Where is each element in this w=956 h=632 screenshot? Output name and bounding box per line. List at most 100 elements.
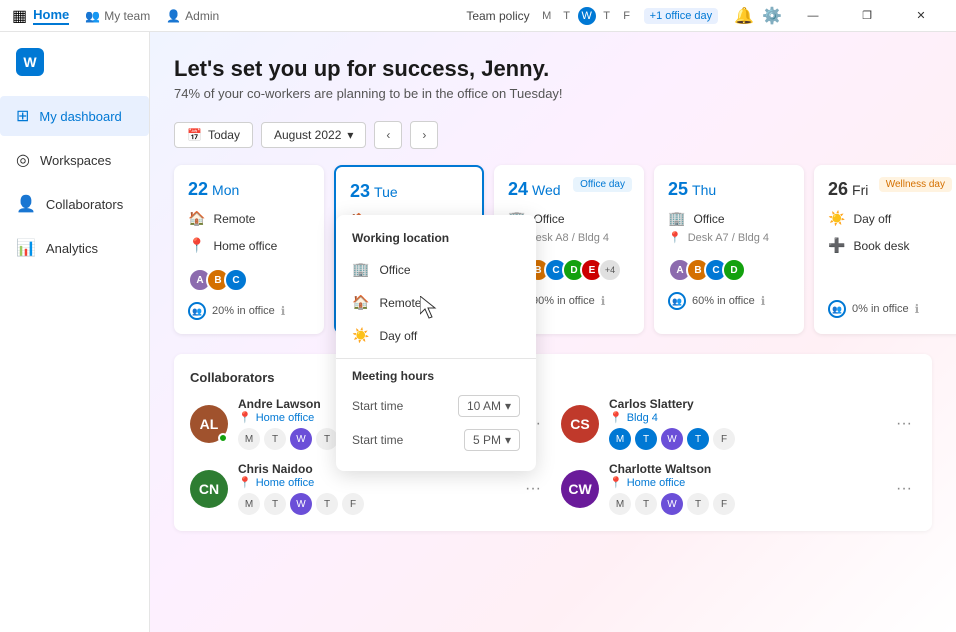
day-26-number: 26: [828, 179, 848, 200]
info-icon: ℹ: [761, 294, 766, 308]
spacer: [828, 254, 950, 290]
fri-dayoff: ☀️ Day off: [828, 210, 950, 227]
logo-icon: W: [16, 48, 44, 76]
sidebar-item-dashboard[interactable]: ⊞ My dashboard: [0, 96, 149, 136]
tab-home[interactable]: Home: [33, 7, 69, 25]
collab-info-charlotte: Charlotte Waltson 📍 Home office M T W T …: [609, 462, 882, 515]
collaborators-section: Collaborators AL Andre Lawson 📍 Home off…: [174, 354, 932, 531]
day-T2: T: [598, 7, 616, 25]
avatar: D: [722, 258, 746, 282]
today-button[interactable]: 📅 Today: [174, 122, 253, 148]
sidebar-item-collaborators[interactable]: 👤 Collaborators: [0, 184, 149, 224]
next-arrow[interactable]: ›: [410, 121, 438, 149]
day-chip: M: [238, 428, 260, 450]
info-icon: ℹ: [915, 302, 920, 316]
mon-remote: 🏠 Remote: [188, 210, 310, 227]
day-22-number: 22: [188, 179, 208, 200]
maximize-button[interactable]: ❐: [844, 0, 890, 32]
day-25-number: 25: [668, 179, 688, 200]
titlebar-center: Team policy M T W T F +1 office day: [466, 7, 718, 25]
day-chip: T: [316, 428, 338, 450]
collab-more-charlotte[interactable]: ···: [892, 480, 916, 498]
month-selector[interactable]: August 2022 ▾: [261, 122, 366, 148]
sidebar-item-analytics[interactable]: 📊 Analytics: [0, 228, 149, 268]
dropdown-remote[interactable]: 🏠 Remote: [336, 286, 536, 319]
collab-avatar-chris: CN: [190, 470, 228, 508]
collab-days-charlotte: M T W T F: [609, 493, 882, 515]
office-day-badge: +1 office day: [644, 8, 718, 24]
day-chip: F: [342, 493, 364, 515]
day-25-name: Thu: [692, 182, 716, 198]
start-time-value: 10 AM: [467, 399, 501, 413]
end-time-select[interactable]: 5 PM ▾: [464, 429, 520, 451]
day-chip: T: [264, 428, 286, 450]
collab-name-carlos: Carlos Slattery: [609, 397, 882, 411]
day-card-tue: 23 Tue 🏠 Remote Working location 🏢 Offic…: [334, 165, 484, 334]
meeting-hours-label: Meeting hours: [336, 365, 536, 391]
start-time-select[interactable]: 10 AM ▾: [458, 395, 520, 417]
location-pin-icon: 📍: [238, 411, 252, 424]
team-policy-label: Team policy: [466, 9, 529, 23]
avatar: C: [224, 268, 248, 292]
office-day-badge: Office day: [573, 177, 632, 192]
day-chip: T: [635, 428, 657, 450]
close-button[interactable]: ✕: [898, 0, 944, 32]
chevron-down-icon: ▾: [505, 399, 511, 413]
location-pin-icon: 📍: [238, 476, 252, 489]
pct-icon: 👥: [668, 292, 686, 310]
titlebar: ▦ Home 👥 My team 👤 Admin Team policy M T…: [0, 0, 956, 32]
remote-icon: 🏠: [352, 294, 369, 311]
day-chip: F: [713, 493, 735, 515]
online-indicator: [218, 433, 228, 443]
settings-icon[interactable]: ⚙️: [762, 6, 782, 26]
tab-my-team[interactable]: 👥 My team: [85, 9, 150, 23]
dropdown-title: Working location: [336, 227, 536, 253]
collab-avatar-carlos: CS: [561, 405, 599, 443]
day-chip: T: [316, 493, 338, 515]
sun-icon: ☀️: [352, 327, 369, 344]
thu-pct: 👥 60% in office ℹ: [668, 292, 790, 310]
app-container: W ⊞ My dashboard ◎ Workspaces 👤 Collabor…: [0, 32, 956, 632]
location-pin-icon: 📍: [609, 476, 623, 489]
day-chip: F: [713, 428, 735, 450]
collab-days-chris: M T W T F: [238, 493, 511, 515]
day-chip: W: [290, 428, 312, 450]
collaborator-rows-2: CN Chris Naidoo 📍 Home office M T W T: [190, 462, 916, 515]
welcome-subtitle: 74% of your co-workers are planning to b…: [174, 86, 932, 101]
collab-name-charlotte: Charlotte Waltson: [609, 462, 882, 476]
collab-more-chris[interactable]: ···: [521, 480, 545, 498]
home-icon: 🏠: [188, 210, 205, 227]
day-card-fri: 26 Fri Wellness day ☀️ Day off ➕ Book de…: [814, 165, 956, 334]
chevron-down-icon: ▾: [505, 433, 511, 447]
end-time-label: Start time: [352, 433, 403, 447]
dropdown-dayoff[interactable]: ☀️ Day off: [336, 319, 536, 352]
day-W: W: [578, 7, 596, 25]
sidebar-item-workspaces[interactable]: ◎ Workspaces: [0, 140, 149, 180]
day-chip: M: [609, 428, 631, 450]
day-chip: W: [290, 493, 312, 515]
day-chip: M: [609, 493, 631, 515]
start-time-row: Start time 10 AM ▾: [336, 391, 536, 425]
notification-icon[interactable]: 🔔: [734, 6, 754, 26]
fri-book-desk: ➕ Book desk: [828, 237, 950, 254]
prev-arrow[interactable]: ‹: [374, 121, 402, 149]
day-chip: T: [635, 493, 657, 515]
end-time-row: Start time 5 PM ▾: [336, 425, 536, 459]
dropdown-office[interactable]: 🏢 Office: [336, 253, 536, 286]
day-M: M: [538, 7, 556, 25]
day-chip: T: [687, 493, 709, 515]
collaborators-title: Collaborators: [190, 370, 916, 385]
collab-row-carlos: CS Carlos Slattery 📍 Bldg 4 M T W T: [561, 397, 916, 450]
collab-loc-carlos: 📍 Bldg 4: [609, 411, 882, 424]
day-26-name: Fri: [852, 182, 868, 198]
tab-admin[interactable]: 👤 Admin: [166, 9, 219, 23]
day-23-name: Tue: [374, 184, 398, 200]
sidebar-label-analytics: Analytics: [46, 241, 98, 256]
minimize-button[interactable]: —: [790, 0, 836, 32]
end-time-value: 5 PM: [473, 433, 501, 447]
day-chip: W: [661, 428, 683, 450]
day-F: F: [618, 7, 636, 25]
collab-avatar-andre: AL: [190, 405, 228, 443]
info-icon: ℹ: [281, 304, 286, 318]
collab-more-carlos[interactable]: ···: [892, 415, 916, 433]
